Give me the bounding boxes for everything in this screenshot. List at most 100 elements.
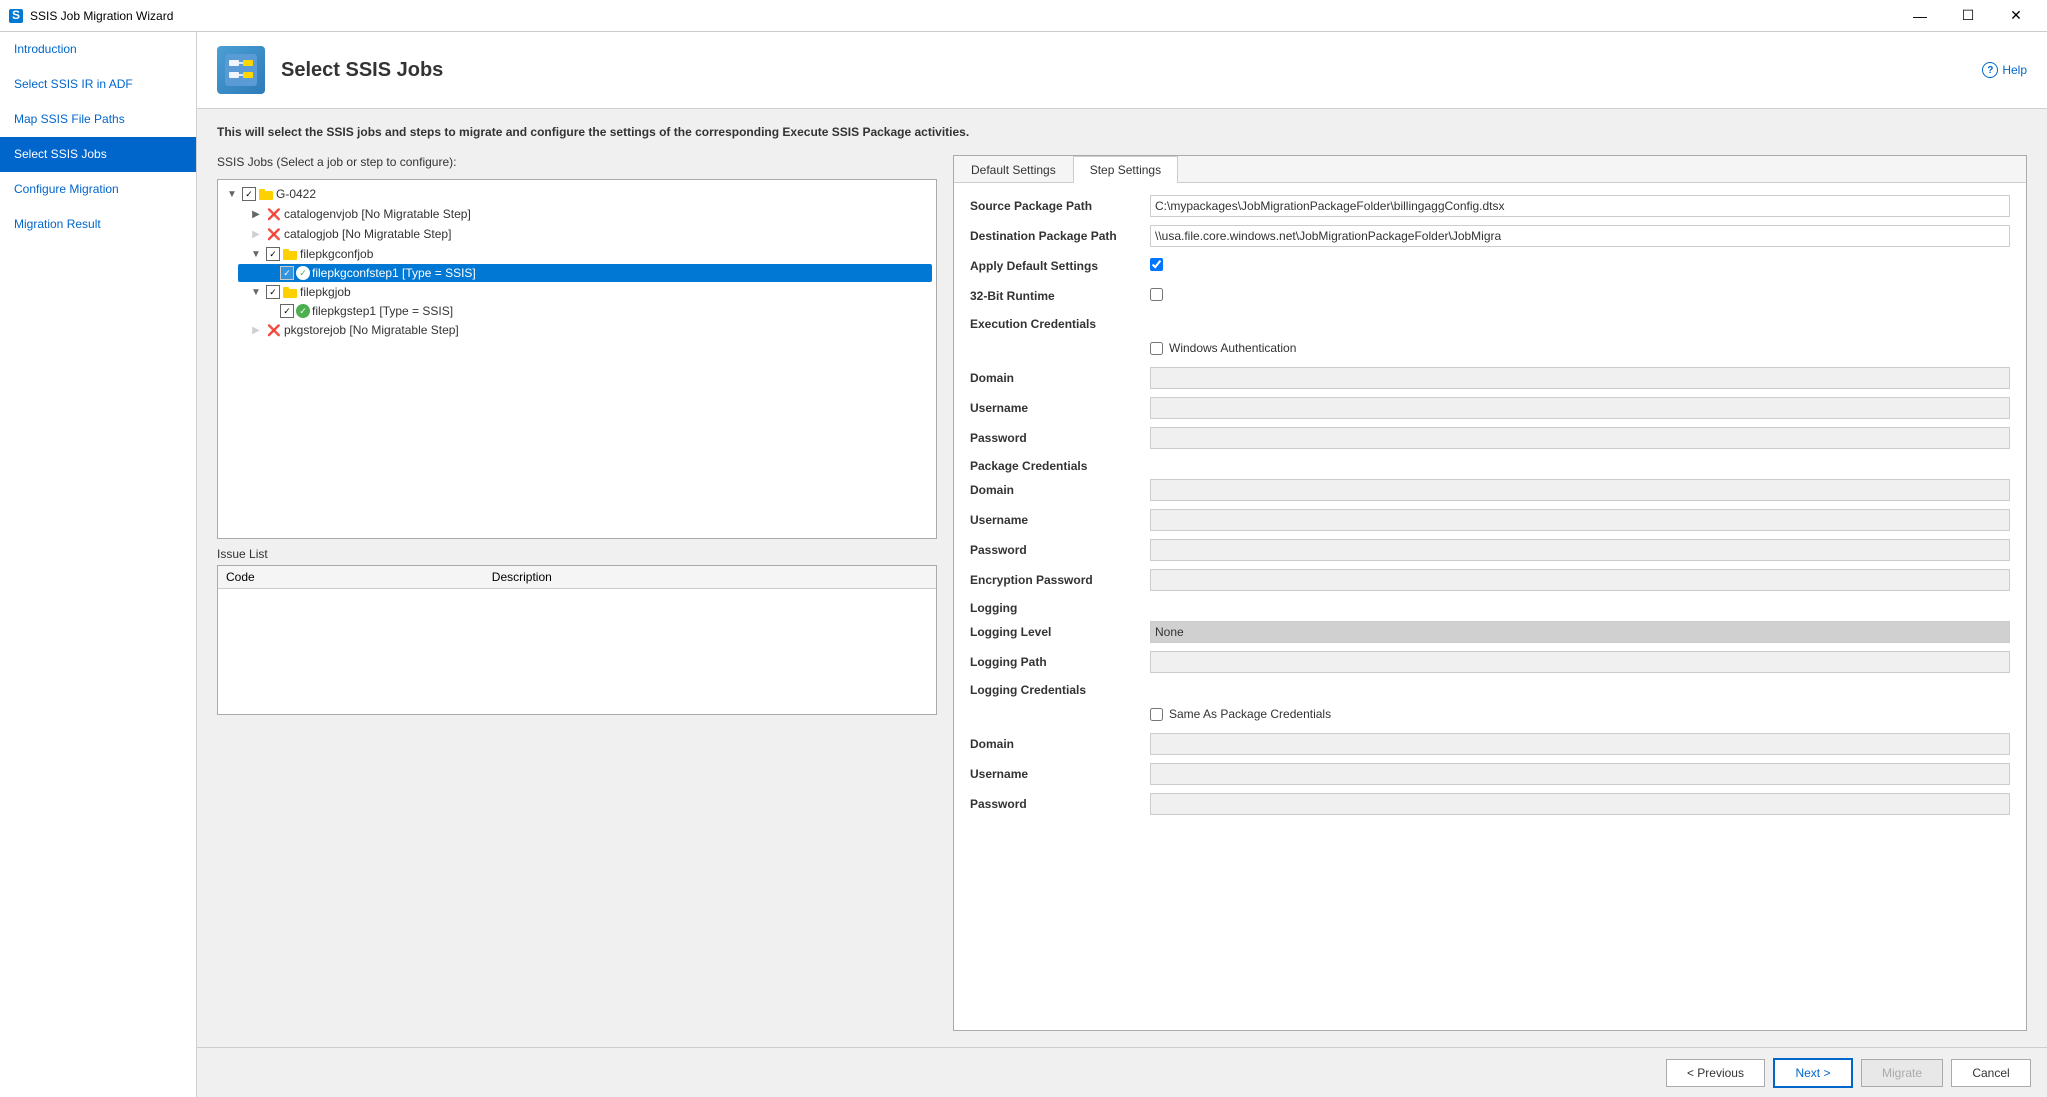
- sidebar-item-configure-migration[interactable]: Configure Migration: [0, 172, 196, 207]
- right-panel: Default Settings Step Settings Source Pa…: [953, 155, 2027, 1031]
- node-label-root: G-0422: [276, 187, 316, 201]
- tab-default-settings[interactable]: Default Settings: [954, 156, 1073, 183]
- two-panel: SSIS Jobs (Select a job or step to confi…: [217, 155, 2027, 1031]
- logging-credentials-header: Logging Credentials: [970, 683, 2010, 697]
- jobs-panel-label: SSIS Jobs (Select a job or step to confi…: [217, 155, 937, 169]
- source-package-path-label: Source Package Path: [970, 199, 1150, 213]
- issue-table-container[interactable]: Code Description: [217, 565, 937, 715]
- cancel-button[interactable]: Cancel: [1951, 1059, 2031, 1087]
- source-package-path-value: [1150, 195, 2010, 217]
- logging-level-select[interactable]: None: [1150, 621, 2010, 643]
- runtime-32bit-value: [1150, 288, 2010, 304]
- left-panel: SSIS Jobs (Select a job or step to confi…: [217, 155, 937, 1031]
- node-label-pkgstorejob: pkgstorejob [No Migratable Step]: [284, 323, 459, 337]
- issue-section: Issue List Code Description: [217, 547, 937, 715]
- tree-node-filepkgstep1[interactable]: ✓ ✓ filepkgstep1 [Type = SSIS]: [238, 302, 932, 320]
- destination-package-path-value: [1150, 225, 2010, 247]
- maximize-button[interactable]: ☐: [1945, 0, 1991, 32]
- sidebar-item-select-ssis-ir[interactable]: Select SSIS IR in ADF: [0, 67, 196, 102]
- success-icon: ✓: [296, 266, 310, 280]
- tree-node-catalogjob[interactable]: ▶ ❌ catalogjob [No Migratable Step]: [230, 224, 932, 244]
- destination-package-path-input[interactable]: [1150, 225, 2010, 247]
- exec-password-label: Password: [970, 431, 1150, 445]
- title-bar-controls: — ☐ ✕: [1897, 0, 2039, 32]
- exec-domain-input[interactable]: [1150, 367, 2010, 389]
- help-circle-icon: ?: [1982, 62, 1998, 78]
- exec-username-row: Username: [970, 397, 2010, 419]
- sidebar-item-introduction[interactable]: Introduction: [0, 32, 196, 67]
- migrate-button[interactable]: Migrate: [1861, 1059, 1943, 1087]
- checkbox-filepkgstep1[interactable]: ✓: [280, 304, 294, 318]
- description-text: This will select the SSIS jobs and steps…: [217, 125, 2027, 139]
- tree-node-filepkgconfjob[interactable]: ▼ ✓ filepkgconfjob: [230, 244, 932, 264]
- tree-node-filepkgconfstep1[interactable]: ✓ ✓ filepkgconfstep1 [Type = SSIS]: [238, 264, 932, 282]
- encryption-password-input[interactable]: [1150, 569, 2010, 591]
- node-label-catalogenvjob: catalogenvjob [No Migratable Step]: [284, 207, 471, 221]
- minimize-button[interactable]: —: [1897, 0, 1943, 32]
- exec-password-input[interactable]: [1150, 427, 2010, 449]
- log-username-input[interactable]: [1150, 763, 2010, 785]
- runtime-32bit-checkbox[interactable]: [1150, 288, 1163, 301]
- content: Select SSIS Jobs ? Help This will select…: [197, 32, 2047, 1097]
- help-button[interactable]: ? Help: [1982, 62, 2027, 78]
- source-package-path-row: Source Package Path: [970, 195, 2010, 217]
- previous-button[interactable]: < Previous: [1666, 1059, 1765, 1087]
- svg-text:S: S: [12, 8, 20, 22]
- checkbox-filepkgjob[interactable]: ✓: [266, 285, 280, 299]
- tab-step-settings[interactable]: Step Settings: [1073, 156, 1178, 183]
- checkbox-filepkgconfstep1[interactable]: ✓: [280, 266, 294, 280]
- log-password-input[interactable]: [1150, 793, 2010, 815]
- tree-node-catalogenvjob[interactable]: ▶ ❌ catalogenvjob [No Migratable Step]: [230, 204, 932, 224]
- source-package-path-input[interactable]: [1150, 195, 2010, 217]
- pkg-username-label: Username: [970, 513, 1150, 527]
- logging-path-label: Logging Path: [970, 655, 1150, 669]
- sidebar-item-map-file-paths[interactable]: Map SSIS File Paths: [0, 102, 196, 137]
- jobs-tree[interactable]: ▼ ✓ G-0422 ▶ ❌ catalogenvjob [No Migrata…: [217, 179, 937, 539]
- windows-auth-checkbox[interactable]: [1150, 342, 1163, 355]
- logging-path-input[interactable]: [1150, 651, 2010, 673]
- expand-icon[interactable]: ▶: [248, 206, 264, 222]
- node-label-filepkgstep1: filepkgstep1 [Type = SSIS]: [312, 304, 453, 318]
- expand-icon[interactable]: ▶: [248, 322, 264, 338]
- tree-node-pkgstorejob[interactable]: ▶ ❌ pkgstorejob [No Migratable Step]: [230, 320, 932, 340]
- settings-content: Source Package Path Destination Package …: [954, 183, 2026, 1030]
- log-password-row: Password: [970, 793, 2010, 815]
- sidebar-item-select-ssis-jobs[interactable]: Select SSIS Jobs: [0, 137, 196, 172]
- apply-default-settings-row: Apply Default Settings: [970, 255, 2010, 277]
- same-as-package-checkbox[interactable]: [1150, 708, 1163, 721]
- pkg-domain-label: Domain: [970, 483, 1150, 497]
- expand-icon[interactable]: ▼: [248, 246, 264, 262]
- col-code: Code: [218, 566, 484, 589]
- logging-path-row: Logging Path: [970, 651, 2010, 673]
- exec-username-input[interactable]: [1150, 397, 2010, 419]
- execution-credentials-header: Execution Credentials: [970, 317, 2010, 331]
- error-icon: ❌: [266, 226, 282, 242]
- tree-node-filepkgjob[interactable]: ▼ ✓ filepkgjob: [230, 282, 932, 302]
- expand-icon[interactable]: ▼: [224, 186, 240, 202]
- page-title: Select SSIS Jobs: [281, 59, 443, 82]
- pkg-domain-row: Domain: [970, 479, 2010, 501]
- pkg-password-label: Password: [970, 543, 1150, 557]
- apply-default-settings-checkbox[interactable]: [1150, 258, 1163, 271]
- folder-icon: [282, 284, 298, 300]
- runtime-32bit-row: 32-Bit Runtime: [970, 285, 2010, 307]
- apply-default-settings-value: [1150, 258, 2010, 274]
- log-domain-row: Domain: [970, 733, 2010, 755]
- expand-icon[interactable]: ▼: [248, 284, 264, 300]
- expand-icon[interactable]: ▶: [248, 226, 264, 242]
- pkg-domain-input[interactable]: [1150, 479, 2010, 501]
- tree-node-root[interactable]: ▼ ✓ G-0422: [222, 184, 932, 204]
- checkbox-filepkgconfjob[interactable]: ✓: [266, 247, 280, 261]
- next-button[interactable]: Next >: [1773, 1058, 1853, 1088]
- encryption-password-label: Encryption Password: [970, 573, 1150, 587]
- pkg-password-input[interactable]: [1150, 539, 2010, 561]
- log-username-label: Username: [970, 767, 1150, 781]
- close-button[interactable]: ✕: [1993, 0, 2039, 32]
- col-description: Description: [484, 566, 936, 589]
- log-domain-input[interactable]: [1150, 733, 2010, 755]
- pkg-username-input[interactable]: [1150, 509, 2010, 531]
- sidebar-item-migration-result[interactable]: Migration Result: [0, 207, 196, 242]
- node-label-catalogjob: catalogjob [No Migratable Step]: [284, 227, 451, 241]
- checkbox-root[interactable]: ✓: [242, 187, 256, 201]
- log-username-row: Username: [970, 763, 2010, 785]
